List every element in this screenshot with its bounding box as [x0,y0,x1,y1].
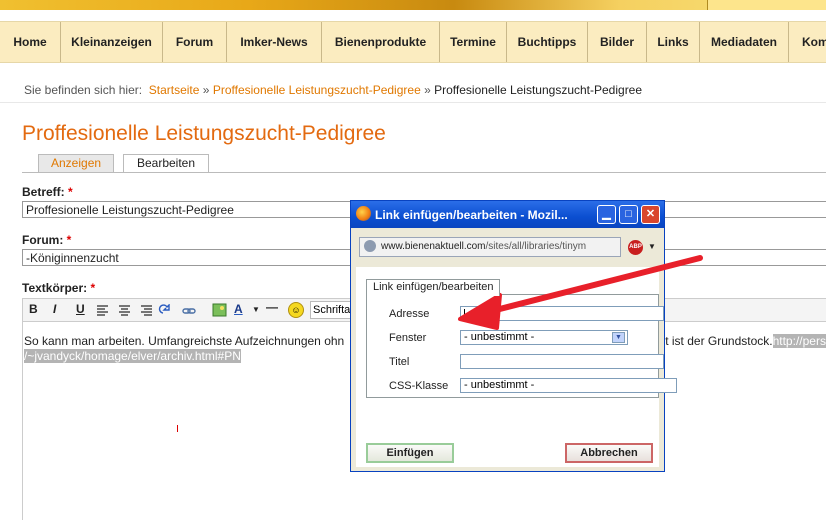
horizontal-rule-icon[interactable]: — [266,300,278,314]
forum-label-text: Forum: [22,233,64,247]
italic-button[interactable]: I [53,302,56,316]
align-left-icon [97,305,108,316]
maximize-button[interactable]: □ [619,205,638,224]
breadcrumb-separator: » [202,83,210,97]
breadcrumb-separator: » [424,83,431,97]
chevron-down-icon: ▼ [612,332,625,343]
title-label: Titel [389,356,410,368]
menu-item-imker-news[interactable]: Imker-News [227,22,322,62]
tab-view[interactable]: Anzeigen [38,154,114,172]
breadcrumb-prefix: Sie befinden sich hier: [24,83,143,97]
editor-text-start: So kann man arbeiten. Umfangreichste Auf… [24,334,345,348]
selected-link-text: http://pers [772,334,826,348]
cancel-button[interactable]: Abbrechen [565,443,653,463]
subject-label: Betreff: * [22,185,73,199]
required-mark: * [68,185,73,199]
required-mark: * [90,281,96,295]
required-mark: * [66,233,72,247]
underline-button[interactable]: U [76,302,85,316]
tabs-underline [22,172,826,173]
menu-item-buchtipps[interactable]: Buchtipps [507,22,588,62]
align-right-icon [141,305,152,316]
breadcrumb-home-link[interactable]: Startseite [149,83,200,97]
header-banner [0,0,826,10]
link-dialog: Link einfügen/bearbeiten - Mozil... ▁ □ … [350,200,677,472]
chevron-down-icon[interactable]: ▼ [252,305,260,314]
forum-label: Forum: * [22,233,71,247]
menu-item-termine[interactable]: Termine [440,22,507,62]
window-select-value: - unbestimmt - [464,331,535,343]
menu-item-kontakt[interactable]: Kom [789,22,826,62]
divider [0,102,826,103]
selected-link-text-cont: /~jvandyck/homage/elver/archiv.html#PN [24,349,241,363]
breadcrumb-parent-link[interactable]: Proffesionelle Leistungszucht-Pedigree [213,83,421,97]
window-select[interactable]: - unbestimmt - ▼ [460,330,628,345]
menu-item-home[interactable]: Home [0,22,61,62]
url-bar[interactable]: www.bienenaktuell.com/sites/all/librarie… [359,237,621,257]
editor-text-end: t ist der Grundstock. [665,334,773,348]
chevron-down-icon[interactable]: ▼ [648,242,656,251]
main-menu: Home Kleinanzeigen Forum Imker-News Bien… [0,21,826,63]
top-spacer [0,10,826,21]
link-fields-panel: Adresse Fenster - unbestimmt - ▼ Titel CS… [366,294,677,398]
minimize-button[interactable]: ▁ [597,205,616,224]
css-class-select[interactable]: - unbestimmt - [460,378,677,393]
dialog-body: Link einfügen/bearbeiten Adresse Fenster… [356,267,677,467]
menu-item-forum[interactable]: Forum [163,22,227,62]
breadcrumb-current: Proffesionelle Leistungszucht-Pedigree [434,83,643,97]
address-label: Adresse [389,308,430,320]
body-label-text: Textkörper: [22,281,88,295]
link-icon [182,308,196,314]
menu-item-links[interactable]: Links [647,22,700,62]
subject-label-text: Betreff: [22,185,65,199]
menu-item-kleinanzeigen[interactable]: Kleinanzeigen [61,22,163,62]
align-center-icon [119,305,130,316]
editor-text-line2: /~jvandyck/homage/elver/archiv.html#PN [24,349,241,363]
window-label: Fenster [389,332,427,344]
menu-item-mediadaten[interactable]: Mediadaten [700,22,789,62]
header-banner-right [707,0,826,10]
close-button[interactable]: ✕ [641,205,660,224]
smiley-icon[interactable]: ☺ [288,302,304,318]
address-input[interactable] [460,306,664,321]
menu-item-bilder[interactable]: Bilder [588,22,647,62]
undo-icon [158,304,170,314]
text-caret [177,425,178,432]
firefox-icon [356,206,371,221]
adblock-icon[interactable]: ABP [628,240,643,255]
breadcrumb: Sie befinden sich hier: Startseite » Pro… [24,83,642,97]
bold-button[interactable]: B [29,302,38,316]
align-and-link-icons [97,304,196,316]
text-color-icon[interactable]: A [234,302,243,316]
title-input[interactable] [460,354,664,369]
menu-item-bienenprodukte[interactable]: Bienenprodukte [322,22,440,62]
tab-link-insert[interactable]: Link einfügen/bearbeiten [366,279,501,296]
url-path: /sites/all/libraries/tinym [485,241,587,252]
insert-button[interactable]: Einfügen [366,443,454,463]
dialog-title: Link einfügen/bearbeiten - Mozil... [375,208,568,222]
dialog-titlebar[interactable]: Link einfügen/bearbeiten - Mozil... ▁ □ … [351,201,664,228]
globe-icon [364,240,376,253]
image-icon[interactable] [212,303,228,318]
css-class-label: CSS-Klasse [389,380,449,392]
text-cursor [464,309,465,318]
tab-edit[interactable]: Bearbeiten [123,154,209,172]
url-domain: www.bienenaktuell.com [381,241,486,252]
page-title: Proffesionelle Leistungszucht-Pedigree [22,122,386,145]
body-label: Textkörper: * [22,281,95,295]
